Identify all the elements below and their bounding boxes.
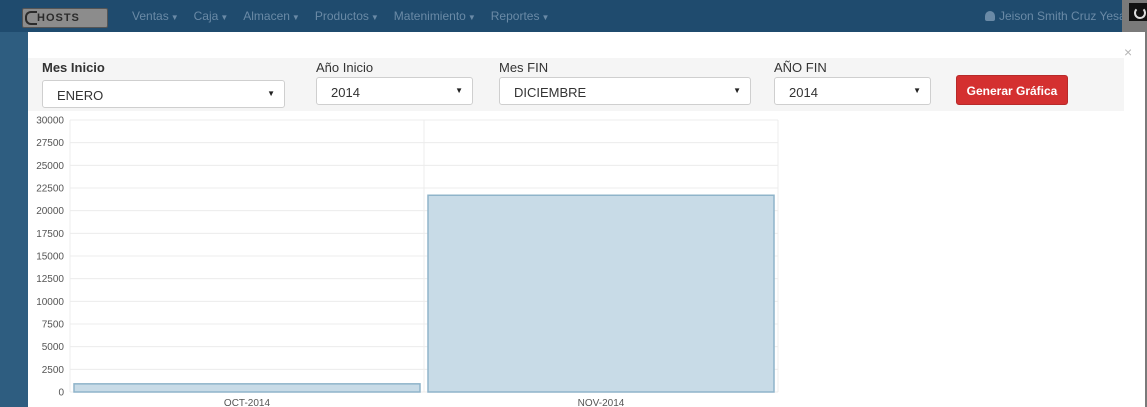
bar xyxy=(73,383,421,393)
y-tick-label: 27500 xyxy=(36,138,64,149)
y-tick-label: 15000 xyxy=(36,252,64,263)
x-tick-label: NOV-2014 xyxy=(578,398,625,407)
x-tick-label: OCT-2014 xyxy=(224,398,271,407)
y-tick-label: 5000 xyxy=(42,342,65,353)
y-tick-label: 22500 xyxy=(36,184,64,195)
bar-chart: 0 2500 5000 7500 10000 12500 15000 17500 20000 22… xyxy=(28,112,1122,407)
y-tick-label: 17500 xyxy=(36,229,64,240)
y-tick-label: 25000 xyxy=(36,161,64,172)
y-tick-label: 30000 xyxy=(36,116,64,127)
y-tick-label: 2500 xyxy=(42,365,65,376)
y-tick-label: 0 xyxy=(58,388,64,399)
y-tick-label: 7500 xyxy=(42,320,65,331)
y-tick-label: 10000 xyxy=(36,297,64,308)
y-tick-label: 12500 xyxy=(36,274,64,285)
y-tick-label: 20000 xyxy=(36,206,64,217)
bar xyxy=(427,194,775,393)
